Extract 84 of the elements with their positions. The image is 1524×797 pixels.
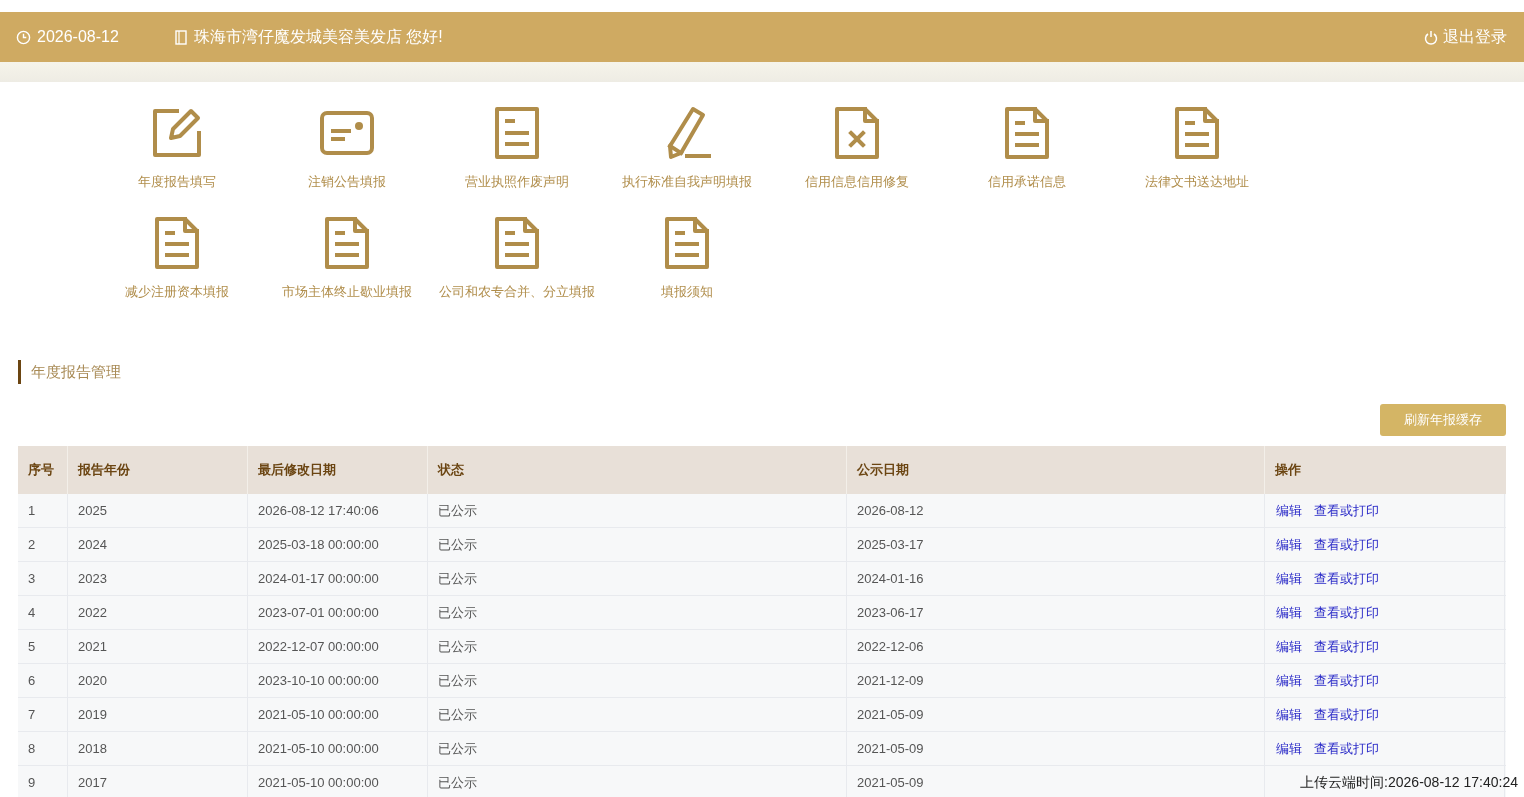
table-cell-text: 2024: [78, 535, 107, 554]
view-print-link[interactable]: 查看或打印: [1314, 602, 1379, 623]
table-cell-text: 2025: [78, 501, 107, 520]
table-cell-text: 2019: [78, 705, 107, 724]
table-cell-text: 2023-10-10 00:00:00: [258, 671, 379, 690]
document-icon: [1174, 106, 1220, 160]
edit-link[interactable]: 编辑: [1276, 704, 1302, 725]
edit-link[interactable]: 编辑: [1276, 636, 1302, 657]
section-title: 年度报告管理: [31, 361, 121, 382]
edit-link[interactable]: 编辑: [1276, 534, 1302, 555]
edit-link[interactable]: 编辑: [1276, 500, 1302, 521]
table-cell-text: 2021-05-10 00:00:00: [258, 739, 379, 758]
document-icon: [664, 216, 710, 270]
table-cell-text: 2: [28, 535, 36, 554]
table-cell-text: 5: [28, 637, 36, 656]
document-icon: [324, 216, 370, 270]
greeting-text: 珠海市湾仔魔发城美容美发店 您好!: [193, 27, 443, 47]
table-cell-text: 已公示: [438, 739, 477, 758]
table-cell-text: 2026-08-12: [857, 501, 924, 520]
column-header: 最后修改日期: [258, 461, 336, 480]
table-cell-text: 6: [28, 671, 36, 690]
edit-link[interactable]: 编辑: [1276, 602, 1302, 623]
table-cell-text: 2022-12-06: [857, 637, 924, 656]
table-cell-text: 已公示: [438, 773, 477, 792]
table-cell-text: 2018: [78, 739, 107, 758]
table-cell-text: 9: [28, 773, 36, 792]
document-icon: [494, 216, 540, 270]
book-icon: [174, 29, 187, 45]
column-header: 状态: [438, 461, 464, 480]
edit-icon: [151, 107, 203, 159]
clock-icon: [16, 29, 31, 45]
view-print-link[interactable]: 查看或打印: [1314, 738, 1379, 759]
table-cell-text: 7: [28, 705, 36, 724]
date-text: 2026-08-12: [37, 27, 119, 47]
document-icon: [494, 106, 540, 160]
table-cell-text: 2021-05-09: [857, 773, 924, 792]
table-cell-text: 2021-05-09: [857, 739, 924, 758]
table-cell-text: 2021-05-10 00:00:00: [258, 773, 379, 792]
edit-link[interactable]: 编辑: [1276, 738, 1302, 759]
capture-timestamp: 上传云端时间:2026-08-12 17:40:24: [1300, 773, 1518, 792]
table-cell-text: 已公示: [438, 671, 477, 690]
table-cell-text: 2021-05-09: [857, 705, 924, 724]
column-header: 公示日期: [857, 461, 909, 480]
table-cell-text: 已公示: [438, 637, 477, 656]
table-cell-text: 2020: [78, 671, 107, 690]
view-print-link[interactable]: 查看或打印: [1314, 704, 1379, 725]
table-cell-text: 已公示: [438, 501, 477, 520]
view-print-link[interactable]: 查看或打印: [1314, 670, 1379, 691]
table-cell-text: 2022-12-07 00:00:00: [258, 637, 379, 656]
table-cell-text: 2023-07-01 00:00:00: [258, 603, 379, 622]
column-header: 序号: [28, 461, 54, 480]
document-icon: [1004, 106, 1050, 160]
view-print-link[interactable]: 查看或打印: [1314, 636, 1379, 657]
document-x-icon: [834, 106, 880, 160]
card-icon: [319, 110, 375, 156]
table-cell-text: 2022: [78, 603, 107, 622]
table-cell-text: 3: [28, 569, 36, 588]
edit-link[interactable]: 编辑: [1276, 568, 1302, 589]
edit-link[interactable]: 编辑: [1276, 670, 1302, 691]
view-print-link[interactable]: 查看或打印: [1314, 568, 1379, 589]
table-cell-text: 已公示: [438, 569, 477, 588]
table-cell-text: 2021: [78, 637, 107, 656]
table-cell-text: 2021-12-09: [857, 671, 924, 690]
table-cell-text: 2024-01-16: [857, 569, 924, 588]
table-cell-text: 2021-05-10 00:00:00: [258, 705, 379, 724]
table-cell-text: 已公示: [438, 603, 477, 622]
table-cell-text: 2025-03-18 00:00:00: [258, 535, 379, 554]
table-cell-text: 已公示: [438, 705, 477, 724]
column-header: 操作: [1275, 461, 1301, 480]
table-cell-text: 8: [28, 739, 36, 758]
view-print-link[interactable]: 查看或打印: [1314, 500, 1379, 521]
table-cell-text: 4: [28, 603, 36, 622]
table-cell-text: 已公示: [438, 535, 477, 554]
column-header: 报告年份: [78, 461, 130, 480]
power-icon: [1424, 29, 1438, 45]
table-cell-text: 2024-01-17 00:00:00: [258, 569, 379, 588]
table-cell-text: 2026-08-12 17:40:06: [258, 501, 379, 520]
table-cell-text: 2017: [78, 773, 107, 792]
document-icon: [154, 216, 200, 270]
view-print-link[interactable]: 查看或打印: [1314, 534, 1379, 555]
table-cell-text: 2025-03-17: [857, 535, 924, 554]
table-cell-text: 2023-06-17: [857, 603, 924, 622]
table-cell-text: 2023: [78, 569, 107, 588]
table-cell-text: 1: [28, 501, 36, 520]
